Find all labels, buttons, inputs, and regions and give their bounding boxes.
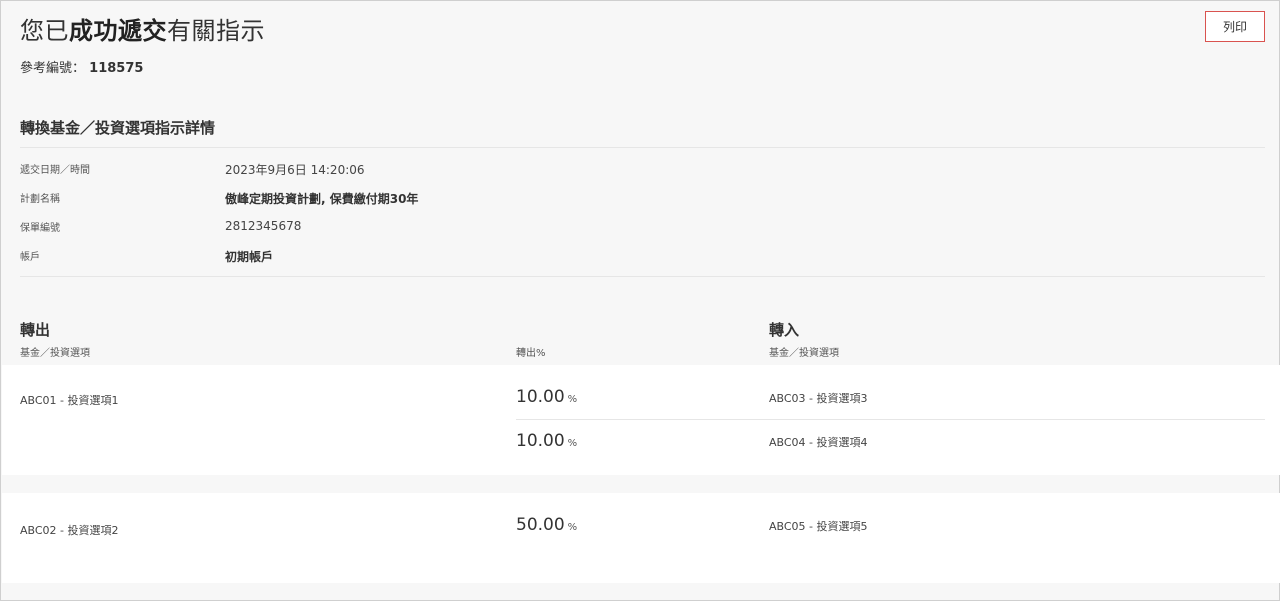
switch-out-percent: 10.00% (516, 387, 577, 407)
percent-value: 50.00 (516, 515, 565, 535)
title-suffix: 有關指示 (167, 17, 265, 45)
switch-out-percent: 50.00% (516, 515, 577, 535)
detail-value-account: 初期帳戶 (225, 250, 274, 264)
switch-group: ABC02 - 投資選項2 50.00% ABC05 - 投資選項5 (2, 493, 1280, 583)
print-button[interactable]: 列印 (1205, 11, 1265, 42)
percent-value: 10.00 (516, 387, 565, 407)
detail-label-policy-number: 保單編號 (20, 223, 60, 234)
switch-in-fund: ABC03 - 投資選項3 (769, 392, 868, 405)
page-frame: 您已成功遞交有關指示 列印 參考編號： 118575 轉換基金／投資選項指示詳情… (0, 0, 1280, 601)
title-emphasis: 成功遞交 (69, 17, 167, 45)
switch-in-fund-column-header: 基金／投資選項 (769, 348, 839, 359)
row-divider (516, 419, 1265, 420)
switch-in-heading: 轉入 (769, 321, 800, 339)
switch-out-percent-column-header: 轉出% (516, 348, 546, 359)
detail-value-plan-name: 傲峰定期投資計劃, 保費繳付期30年 (225, 192, 419, 206)
detail-label-account: 帳戶 (20, 252, 40, 263)
page-title: 您已成功遞交有關指示 (20, 11, 265, 46)
switch-in-fund: ABC05 - 投資選項5 (769, 520, 868, 533)
detail-value-submit-time: 2023年9月6日 14:20:06 (225, 163, 365, 177)
reference-value: 118575 (89, 61, 144, 76)
reference-number: 參考編號： 118575 (20, 57, 143, 76)
divider (20, 276, 1265, 277)
switch-out-fund-column-header: 基金／投資選項 (20, 348, 90, 359)
reference-label: 參考編號： (20, 61, 86, 76)
detail-value-policy-number: 2812345678 (225, 219, 302, 233)
switch-group: ABC01 - 投資選項1 10.00% ABC03 - 投資選項3 10.00… (2, 365, 1280, 475)
divider (20, 147, 1265, 148)
percent-unit: % (567, 438, 578, 449)
percent-unit: % (567, 394, 578, 405)
switch-out-heading: 轉出 (20, 321, 51, 339)
percent-unit: % (567, 522, 578, 533)
detail-label-submit-time: 遞交日期／時間 (20, 165, 90, 176)
title-prefix: 您已 (20, 17, 69, 45)
details-section-title: 轉換基金／投資選項指示詳情 (20, 119, 216, 137)
switch-out-percent: 10.00% (516, 431, 577, 451)
percent-value: 10.00 (516, 431, 565, 451)
switch-out-fund: ABC02 - 投資選項2 (20, 524, 119, 537)
switch-out-fund: ABC01 - 投資選項1 (20, 394, 119, 407)
switch-in-fund: ABC04 - 投資選項4 (769, 436, 868, 449)
detail-label-plan-name: 計劃名稱 (20, 194, 60, 205)
